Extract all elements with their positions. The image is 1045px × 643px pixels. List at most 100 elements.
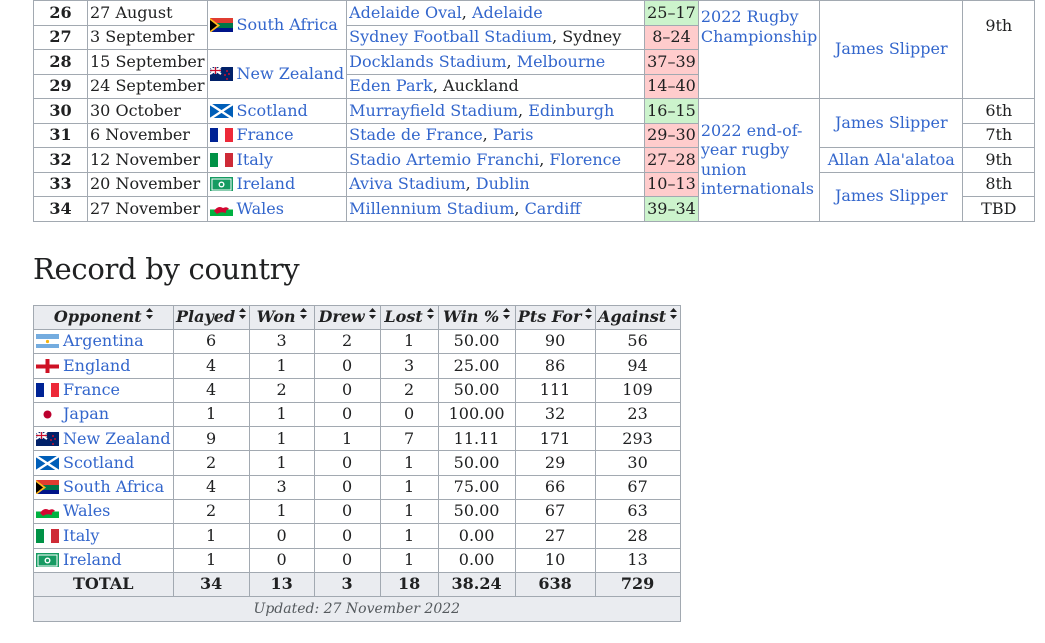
venue-city: Paris bbox=[492, 125, 534, 144]
new-zealand-flag-icon bbox=[36, 430, 59, 446]
record-row: England 4 1 0 3 25.00 86 94 bbox=[33, 353, 681, 379]
opponent-link[interactable]: France bbox=[63, 380, 120, 399]
total-won: 13 bbox=[248, 571, 315, 598]
scotland-flag-icon bbox=[36, 454, 59, 470]
won-cell: 0 bbox=[248, 523, 315, 549]
opponent-cell: Japan bbox=[33, 401, 174, 428]
venue-link[interactable]: Adelaide Oval bbox=[349, 3, 462, 22]
captain-link[interactable]: James Slipper bbox=[835, 113, 948, 132]
venue-city: Auckland bbox=[443, 76, 519, 95]
opponent-link[interactable]: Scotland bbox=[237, 101, 308, 120]
captain-cell: James Slipper bbox=[819, 0, 964, 99]
record-row: Argentina 6 3 2 1 50.00 90 56 bbox=[33, 328, 681, 355]
fixture-row: 32 12 November Italy Stadio Artemio Franchi… bbox=[33, 147, 1036, 173]
total-drew: 3 bbox=[313, 571, 381, 598]
won-cell: 0 bbox=[248, 547, 315, 573]
opponent-cell: France bbox=[33, 377, 174, 403]
opponent-link[interactable]: Wales bbox=[237, 199, 284, 218]
opponent-link[interactable]: New Zealand bbox=[63, 429, 171, 448]
lost-cell: 1 bbox=[379, 523, 439, 549]
column-header-opponent[interactable]: Opponent bbox=[33, 305, 174, 330]
venue-link[interactable]: Aviva Stadium bbox=[349, 174, 466, 193]
record-row: Ireland 1 0 0 1 0.00 10 13 bbox=[33, 547, 681, 573]
opponent-link[interactable]: Argentina bbox=[63, 331, 144, 350]
column-header-label: Played bbox=[176, 307, 236, 327]
wales-flag-icon bbox=[209, 201, 233, 216]
opponent-cell: South Africa bbox=[33, 474, 174, 501]
sort-arrows-icon[interactable] bbox=[145, 308, 153, 322]
opponent-cell: Scotland bbox=[206, 98, 348, 124]
competition-link[interactable]: 2022 Rugby Championship bbox=[701, 7, 817, 46]
drew-cell: 1 bbox=[313, 426, 381, 452]
venue-cell: Docklands Stadium, Melbourne bbox=[346, 49, 646, 75]
pf-cell: 86 bbox=[514, 353, 596, 379]
south-africa-flag-icon bbox=[36, 479, 59, 495]
fixture-row: 30 30 October Scotland Murrayfield Stadium,… bbox=[33, 98, 1036, 222]
record-row: Scotland 2 1 0 1 50.00 29 30 bbox=[33, 450, 681, 476]
lost-cell: 7 bbox=[379, 426, 439, 452]
venue-link[interactable]: Stade de France bbox=[349, 125, 483, 144]
won-cell: 1 bbox=[248, 353, 315, 379]
captain-cell: James Slipper bbox=[819, 171, 964, 222]
sort-arrows-icon[interactable] bbox=[670, 308, 678, 322]
venue-link[interactable]: Docklands Stadium bbox=[349, 52, 506, 71]
venue-link[interactable]: Stadio Artemio Franchi bbox=[349, 150, 539, 169]
sort-arrows-icon[interactable] bbox=[368, 308, 376, 322]
opponent-cell: England bbox=[33, 353, 174, 379]
drew-cell: 0 bbox=[313, 401, 381, 428]
venue-link[interactable]: Millennium Stadium bbox=[349, 199, 514, 218]
column-header-lost[interactable]: Lost bbox=[379, 305, 439, 330]
sort-arrows-icon[interactable] bbox=[426, 308, 434, 322]
drew-cell: 0 bbox=[313, 474, 381, 501]
italy-flag-icon bbox=[36, 528, 59, 543]
column-header-pts-for[interactable]: Pts For bbox=[514, 305, 596, 330]
won-cell: 1 bbox=[248, 450, 315, 476]
opponent-link[interactable]: Scotland bbox=[63, 453, 134, 472]
column-header-against[interactable]: Against bbox=[594, 305, 681, 330]
lost-cell: 2 bbox=[379, 377, 439, 403]
fixture-row: 26 27 August South Africa Adelaide Oval, Ad… bbox=[33, 0, 1036, 99]
sort-arrows-icon[interactable] bbox=[585, 308, 593, 322]
score-cell: 8–24 bbox=[644, 24, 699, 50]
column-header-win[interactable]: Win % bbox=[437, 305, 516, 330]
captain-link[interactable]: James Slipper bbox=[835, 186, 948, 205]
score-cell: 25–17 bbox=[644, 0, 699, 26]
opponent-link[interactable]: England bbox=[63, 356, 130, 375]
sort-arrows-icon[interactable] bbox=[299, 308, 307, 322]
sort-arrows-icon[interactable] bbox=[503, 308, 511, 322]
opponent-link[interactable]: Japan bbox=[63, 404, 109, 423]
total-played: 34 bbox=[172, 571, 250, 598]
captain-link[interactable]: Allan Ala'alatoa bbox=[828, 150, 955, 169]
venue-link[interactable]: Murrayfield Stadium bbox=[349, 101, 518, 120]
opponent-link[interactable]: Wales bbox=[63, 501, 110, 520]
opponent-link[interactable]: France bbox=[237, 125, 294, 144]
venue-cell: Adelaide Oval, Adelaide bbox=[346, 0, 646, 26]
opponent-cell: New Zealand bbox=[206, 49, 348, 99]
position-cell: 6th bbox=[962, 98, 1036, 124]
captain-link[interactable]: James Slipper bbox=[835, 39, 948, 58]
venue-link[interactable]: Eden Park bbox=[349, 76, 433, 95]
column-header-drew[interactable]: Drew bbox=[313, 305, 381, 330]
opponent-link[interactable]: Ireland bbox=[63, 550, 122, 569]
winpct-cell: 50.00 bbox=[437, 328, 516, 355]
column-header-played[interactable]: Played bbox=[172, 305, 250, 330]
opponent-link[interactable]: South Africa bbox=[237, 15, 338, 34]
opponent-link[interactable]: South Africa bbox=[63, 477, 164, 496]
match-number: 27 bbox=[33, 24, 88, 50]
sort-arrows-icon[interactable] bbox=[239, 308, 247, 322]
venue-link[interactable]: Sydney Football Stadium bbox=[349, 27, 552, 46]
south-africa-flag-icon bbox=[209, 17, 233, 32]
column-header-won[interactable]: Won bbox=[248, 305, 315, 330]
drew-cell: 0 bbox=[313, 450, 381, 476]
competition-link[interactable]: 2022 end-of-year rugby union internation… bbox=[701, 121, 814, 199]
winpct-cell: 0.00 bbox=[437, 523, 516, 549]
opponent-link[interactable]: Italy bbox=[63, 526, 99, 545]
italy-flag-icon bbox=[209, 152, 233, 167]
opponent-link[interactable]: Italy bbox=[237, 150, 273, 169]
against-cell: 109 bbox=[594, 377, 681, 403]
opponent-link[interactable]: New Zealand bbox=[237, 64, 345, 83]
record-row: South Africa 4 3 0 1 75.00 66 67 bbox=[33, 474, 681, 501]
score-cell: 37–39 bbox=[644, 49, 699, 75]
opponent-link[interactable]: Ireland bbox=[237, 174, 296, 193]
column-header-label: Pts For bbox=[517, 307, 582, 327]
